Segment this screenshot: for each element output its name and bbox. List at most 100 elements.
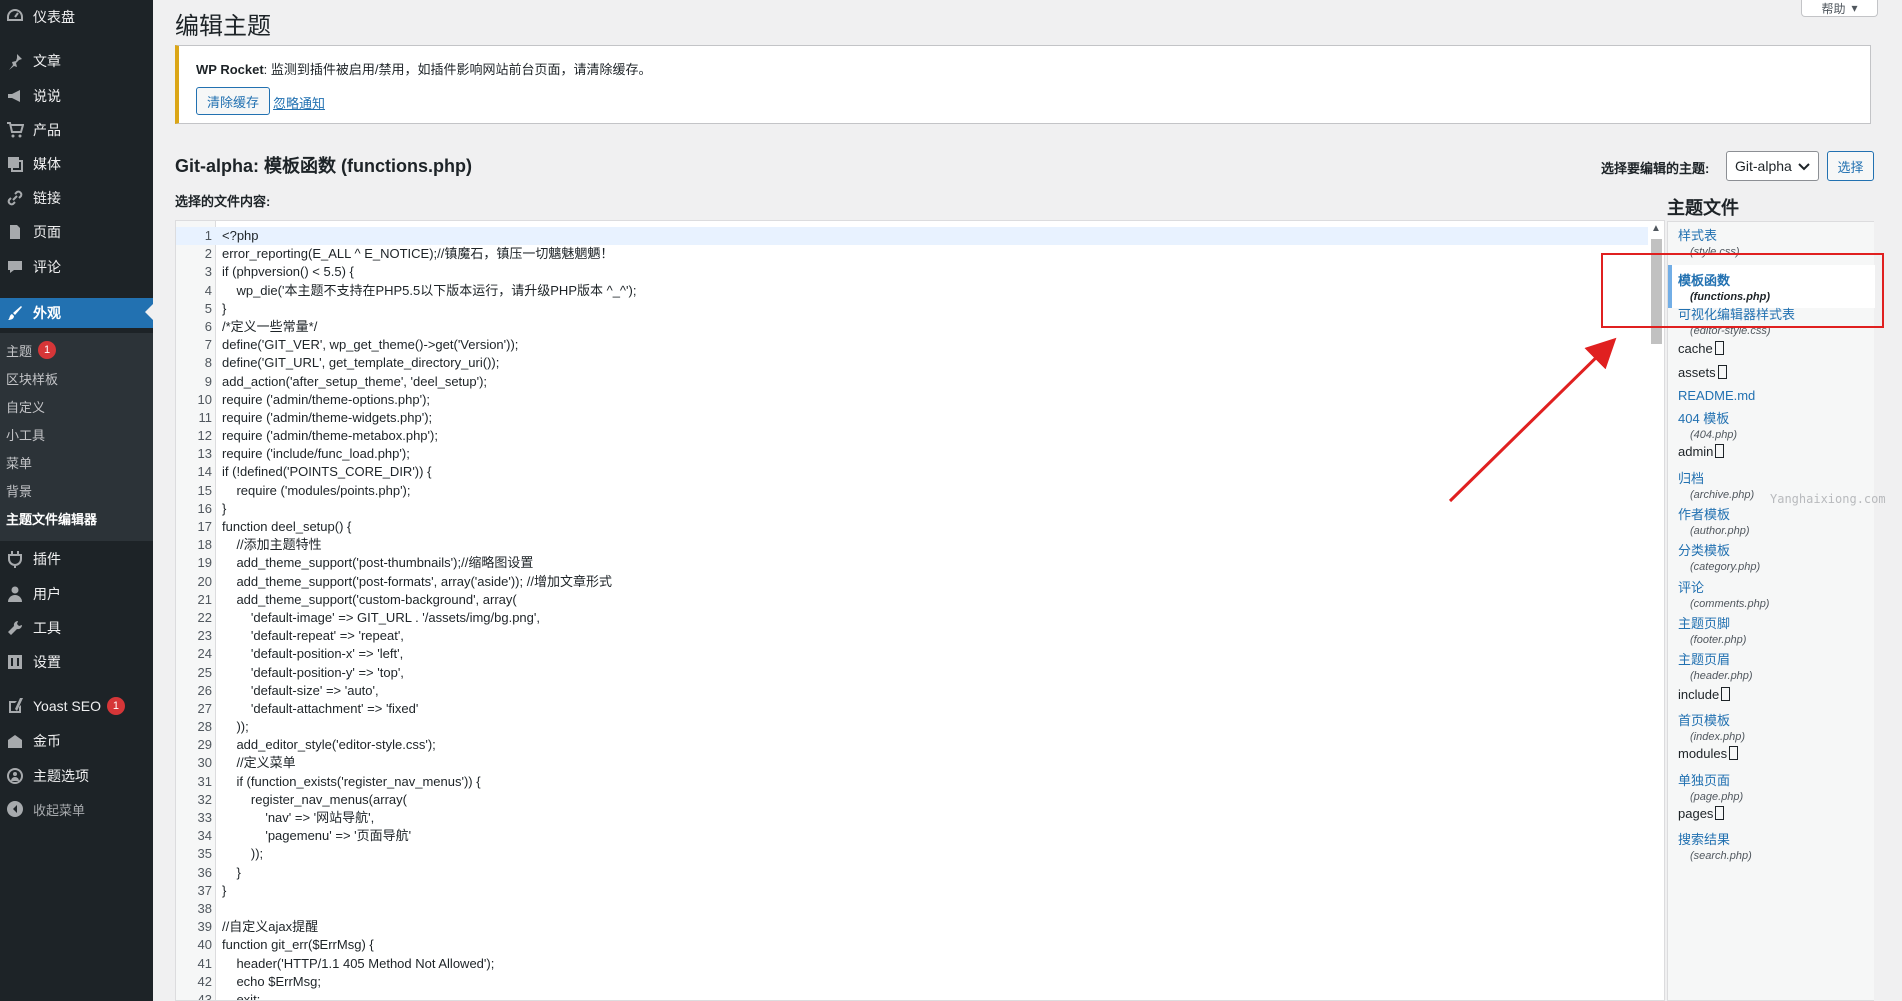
code-line[interactable]: 8 define('GIT_URL', get_template_director… [176,354,1650,372]
code-line[interactable]: 17 function deel_setup() { [176,518,1650,536]
theme-folder-item[interactable]: include [1678,687,1731,702]
code-line[interactable]: 41 header('HTTP/1.1 405 Method Not Allow… [176,955,1650,973]
theme-select[interactable]: Git-alpha [1726,151,1819,181]
menu-dashboard[interactable]: 仪表盘 [0,3,153,31]
scroll-up-icon[interactable]: ▲ [1651,223,1661,234]
submenu-widgets[interactable]: 小工具 [6,423,45,445]
menu-products[interactable]: 产品 [0,116,153,144]
code-line[interactable]: 26 'default-size' => 'auto', [176,682,1650,700]
theme-file-item[interactable]: 作者模板 (author.php) [1678,504,1750,537]
code-line[interactable]: 19 add_theme_support('post-thumbnails');… [176,554,1650,572]
code-line[interactable]: 42 echo $ErrMsg; [176,973,1650,991]
submenu-background[interactable]: 背景 [6,479,32,501]
code-line[interactable]: 6 /*定义一些常量*/ [176,318,1650,336]
theme-folder-item[interactable]: pages [1678,806,1725,821]
theme-folder-item[interactable]: modules [1678,746,1739,761]
code-line[interactable]: 24 'default-position-x' => 'left', [176,645,1650,663]
theme-file-item[interactable]: 单独页面 (page.php) [1678,770,1743,803]
code-line[interactable]: 4 wp_die('本主题不支持在PHP5.5以下版本运行，请升级PHP版本 ^… [176,282,1650,300]
editor-scrollbar[interactable]: ▲ [1648,221,1664,1000]
theme-folder-item[interactable]: assets [1678,365,1727,380]
theme-folder-item[interactable]: cache [1678,341,1724,356]
code-line[interactable]: 14 if (!defined('POINTS_CORE_DIR')) { [176,463,1650,481]
collapse-menu-button[interactable]: 收起菜单 [0,795,153,823]
menu-comments[interactable]: 评论 [0,253,153,281]
code-line[interactable]: 39 //自定义ajax提醒 [176,918,1650,936]
menu-theme-options[interactable]: 主题选项 [0,762,153,790]
dismiss-notice-link[interactable]: 忽略通知 [273,93,325,112]
folder-expand-icon[interactable] [1717,365,1727,379]
code-line[interactable]: 2 error_reporting(E_ALL ^ E_NOTICE);//镇魔石… [176,245,1650,263]
theme-file-item[interactable]: 评论 (comments.php) [1678,577,1769,610]
code-line[interactable]: 31 if (function_exists('register_nav_men… [176,773,1650,791]
code-line[interactable]: 34 'pagemenu' => '页面导航' [176,827,1650,845]
code-line[interactable]: 16} [176,500,1650,518]
folder-expand-icon[interactable] [1715,444,1725,458]
theme-file-item[interactable]: 分类模板 (category.php) [1678,540,1760,573]
code-line[interactable]: 9 add_action('after_setup_theme', 'deel_s… [176,373,1650,391]
menu-plugins[interactable]: 插件 [0,545,153,573]
folder-expand-icon[interactable] [1721,687,1731,701]
settings-icon [5,652,25,672]
clear-cache-button[interactable]: 清除缓存 [196,87,271,115]
code-line[interactable]: 22 'default-image' => GIT_URL . '/assets… [176,609,1650,627]
code-line[interactable]: 5} [176,300,1650,318]
menu-links[interactable]: 链接 [0,184,153,212]
select-theme-button[interactable]: 选择 [1827,151,1874,181]
code-line[interactable]: 1 <?php [176,227,1650,246]
submenu-menus[interactable]: 菜单 [6,451,32,473]
code-line[interactable]: 33 'nav' => '网站导航', [176,809,1650,827]
menu-settings[interactable]: 设置 [0,648,153,676]
menu-yoast-seo[interactable]: Yoast SEO 1 [0,692,153,720]
code-line[interactable]: 36 } [176,864,1650,882]
theme-file-item[interactable]: 主题页眉 (header.php) [1678,649,1753,682]
menu-appearance[interactable]: 外观 [0,298,153,328]
code-line[interactable]: 11 require ('admin/theme-widgets.php'); [176,409,1650,427]
theme-file-item[interactable]: 归档 (archive.php) [1678,468,1754,501]
code-line[interactable]: 10 require ('admin/theme-options.php'); [176,391,1650,409]
code-line[interactable]: 7 define('GIT_VER', wp_get_theme()->get('… [176,336,1650,354]
code-line[interactable]: 12 require ('admin/theme-metabox.php'); [176,427,1650,445]
theme-file-item[interactable]: 搜索结果 (search.php) [1678,829,1752,862]
code-line[interactable]: 13 require ('include/func_load.php'); [176,445,1650,463]
code-editor[interactable]: 1 <?php 2 error_reporting(E_ALL ^ E_NOTICE)… [175,220,1665,1001]
code-line[interactable]: 40 function git_err($ErrMsg) { [176,936,1650,954]
theme-file-item[interactable]: 404 模板 (404.php) [1678,408,1737,441]
theme-file-item[interactable]: 主题页脚 (footer.php) [1678,613,1746,646]
code-line[interactable]: 27 'default-attachment' => 'fixed' [176,700,1650,718]
code-line[interactable]: 3 if (phpversion() < 5.5) { [176,263,1650,281]
folder-expand-icon[interactable] [1729,746,1739,760]
code-line[interactable]: 20 add_theme_support('post-formats', arr… [176,573,1650,591]
theme-folder-item[interactable]: admin [1678,444,1725,459]
help-tab-button[interactable]: 帮助 ▾ [1801,0,1878,17]
submenu-theme-file-editor[interactable]: 主题文件编辑器 [6,507,97,529]
code-line[interactable]: 21 add_theme_support('custom-background'… [176,591,1650,609]
theme-file-item[interactable]: README.md [1678,388,1755,403]
code-line[interactable]: 18 //添加主题特性 [176,536,1650,554]
submenu-customize[interactable]: 自定义 [6,395,45,417]
theme-file-item[interactable]: 首页模板 (index.php) [1678,710,1745,743]
code-line[interactable]: 25 'default-position-y' => 'top', [176,664,1650,682]
submenu-patterns[interactable]: 区块样板 [6,367,58,389]
menu-users[interactable]: 用户 [0,580,153,608]
code-line[interactable]: 35 )); [176,845,1650,863]
menu-pages[interactable]: 页面 [0,218,153,246]
folder-expand-icon[interactable] [1715,806,1725,820]
menu-media[interactable]: 媒体 [0,150,153,178]
code-line[interactable]: 29 add_editor_style('editor-style.css'); [176,736,1650,754]
code-line[interactable]: 30 //定义菜单 [176,754,1650,772]
menu-coins[interactable]: 金币 [0,727,153,755]
code-line[interactable]: 23 'default-repeat' => 'repeat', [176,627,1650,645]
code-line[interactable]: 15 require ('modules/points.php'); [176,482,1650,500]
menu-talk[interactable]: 说说 [0,82,153,110]
folder-expand-icon[interactable] [1714,341,1724,355]
code-line[interactable]: 28 )); [176,718,1650,736]
code-line[interactable]: 38 [176,900,1650,918]
menu-tools[interactable]: 工具 [0,614,153,642]
code-lines[interactable]: 1 <?php 2 error_reporting(E_ALL ^ E_NOTICE)… [176,227,1650,1000]
menu-posts[interactable]: 文章 [0,47,153,75]
code-line[interactable]: 32 register_nav_menus(array( [176,791,1650,809]
code-line[interactable]: 37} [176,882,1650,900]
submenu-themes[interactable]: 主题 1 [6,339,57,361]
code-line[interactable]: 43 exit; [176,991,1650,1000]
